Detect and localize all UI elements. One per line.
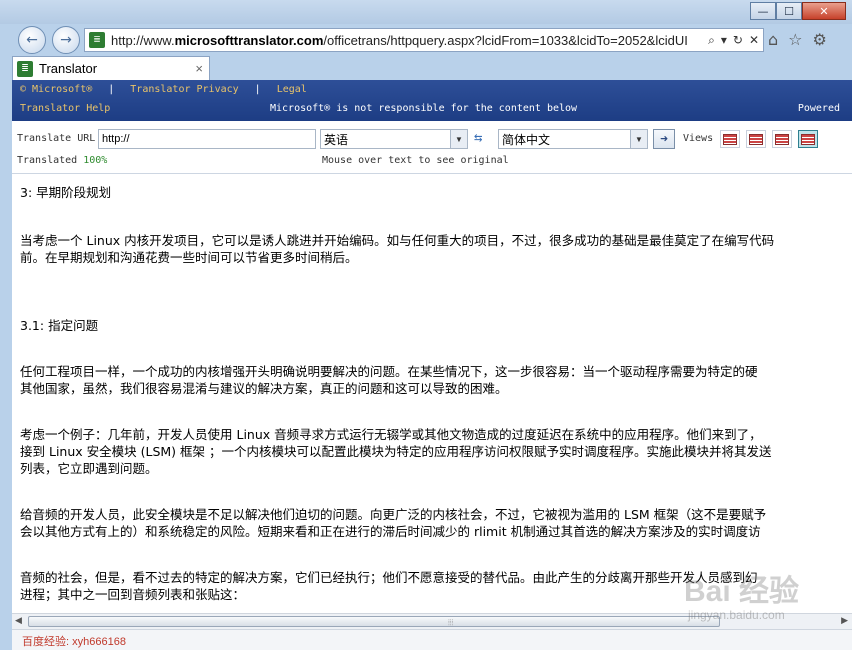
scrollbar-grip-icon: ⦙⦙⦙ [448, 618, 454, 627]
translate-controls: Translate URL http:// 英语 ▼ ⇆ 简体中文 ▼ ➜ Vi… [12, 121, 852, 174]
stop-icon[interactable]: ✕ [749, 33, 759, 48]
tab-strip: ≣ Translator × [0, 56, 852, 80]
url-path: /officetrans/httpquery.aspx?lcidFrom=103… [323, 32, 688, 48]
page-viewport: © Microsoft® | Translator Privacy | Lega… [12, 80, 852, 650]
translator-privacy-link[interactable]: Translator Privacy [130, 84, 238, 95]
navigation-bar: ← → ≣ http://www.microsofttranslator.com… [0, 24, 852, 56]
translated-status: Translated 100% [17, 155, 107, 166]
to-language-select[interactable]: 简体中文 ▼ [498, 129, 648, 149]
watermark-url: jingyan.baidu.com [688, 608, 785, 622]
section-heading: 3: 早期阶段规划 [20, 185, 112, 200]
from-language-value: 英语 [324, 132, 349, 147]
arrow-right-icon: ➜ [660, 131, 668, 147]
tab-favicon-icon: ≣ [17, 60, 33, 77]
toolbar-icons: ⌂ ☆ ⚙ [768, 30, 827, 49]
translate-url-label: Translate URL [17, 133, 96, 144]
paragraph-line: 前。在早期规划和沟通花费一些时间可以节省更多时间稍后。 [20, 250, 358, 265]
watermark-logo: Bai 经验 [684, 575, 800, 608]
translated-content: 3: 早期阶段规划 当考虑一个 Linux 内核开发项目，它可以是诱人跳进并开始… [12, 174, 852, 612]
url-domain: microsofttranslator.com [174, 32, 324, 48]
status-text: 百度经验: xyh666168 [22, 636, 126, 648]
title-bar: — ☐ ✕ [0, 0, 852, 24]
paragraph-line: 给音频的开发人员，此安全模块是不足以解决他们迫切的问题。向更广泛的内核社会，不过… [20, 507, 767, 522]
forward-button[interactable]: → [52, 26, 80, 54]
search-icon[interactable]: ⌕ [708, 33, 715, 48]
tab-label: Translator [39, 61, 98, 76]
forward-arrow-icon: → [60, 32, 72, 48]
site-favicon-icon: ≣ [89, 32, 105, 48]
status-bar: 百度经验: xyh666168 [12, 629, 852, 650]
window-controls: — ☐ ✕ [750, 2, 846, 20]
address-bar[interactable]: ≣ http://www.microsofttranslator.com/off… [84, 28, 764, 52]
paragraph-line: 会以其他方式有上的）和系统稳定的风险。短期来看和正在进行的滞后时间减少的 rli… [20, 524, 761, 539]
mouse-over-hint: Mouse over text to see original [322, 155, 509, 166]
tab-close-icon[interactable]: × [195, 61, 203, 76]
back-arrow-icon: ← [26, 32, 38, 48]
view-translation-hover-icon[interactable] [798, 130, 818, 148]
paragraph-line: 列表，它立即遇到问题。 [20, 461, 158, 476]
disclaimer-text: Microsoft® is not responsible for the co… [270, 103, 578, 114]
paragraph-line: 当考虑一个 Linux 内核开发项目，它可以是诱人跳进并开始编码。如与任何重大的… [20, 233, 775, 248]
back-button[interactable]: ← [18, 26, 46, 54]
translated-label: Translated [17, 155, 78, 166]
swap-languages-icon[interactable]: ⇆ [474, 130, 482, 146]
paragraph-line: 任何工程项目一样，一个成功的内核增强开头明确说明要解决的问题。在某些情况下，这一… [20, 364, 758, 379]
maximize-button[interactable]: ☐ [776, 2, 802, 20]
header-separator: | [254, 84, 261, 95]
view-original-hover-icon[interactable] [772, 130, 792, 148]
address-bar-icons: ⌕ ▾ ↻ ✕ [708, 33, 759, 48]
url-prefix: http://www. [111, 32, 175, 48]
translated-percent: 100% [83, 155, 108, 166]
dropdown-icon[interactable]: ▾ [721, 33, 727, 48]
translator-help-link[interactable]: Translator Help [20, 103, 110, 114]
section-heading: 3.1: 指定问题 [20, 318, 99, 333]
legal-link[interactable]: Legal [277, 84, 307, 95]
tab-translator[interactable]: ≣ Translator × [12, 56, 210, 80]
close-window-button[interactable]: ✕ [802, 2, 846, 20]
url-text[interactable]: http://www.microsofttranslator.com/offic… [111, 33, 708, 48]
favorites-star-icon[interactable]: ☆ [788, 30, 802, 49]
from-language-select[interactable]: 英语 ▼ [320, 129, 468, 149]
paragraph-line: 考虑一个例子：几年前，开发人员使用 Linux 音频寻求方式运行无辍学或其他文物… [20, 427, 762, 442]
tools-gear-icon[interactable]: ⚙ [813, 30, 827, 49]
powered-by-text: Powered [797, 103, 840, 114]
translator-header: © Microsoft® | Translator Privacy | Lega… [12, 80, 852, 121]
refresh-icon[interactable]: ↻ [733, 33, 743, 48]
paragraph-line: 接到 Linux 安全模块 (LSM) 框架 ；一个内核模块可以配置此模块为特定… [20, 444, 772, 459]
chevron-down-icon[interactable]: ▼ [630, 130, 647, 148]
browser-window: — ☐ ✕ ← → ≣ http://www.microsofttranslat… [0, 0, 852, 650]
header-links: © Microsoft® | Translator Privacy | Lega… [20, 84, 307, 95]
go-button[interactable]: ➜ [653, 129, 675, 149]
paragraph-line: 其他国家，虽然，我们很容易混淆与建议的解决方案，真正的问题和这可以导致的困难。 [20, 381, 508, 396]
chevron-down-icon[interactable]: ▼ [450, 130, 467, 148]
home-icon[interactable]: ⌂ [768, 30, 778, 49]
header-separator: | [108, 84, 115, 95]
views-label: Views [683, 133, 714, 144]
microsoft-link[interactable]: © Microsoft® [20, 84, 92, 95]
view-side-by-side-icon[interactable] [720, 130, 740, 148]
to-language-value: 简体中文 [502, 132, 551, 147]
translate-url-input[interactable]: http:// [98, 129, 316, 149]
minimize-button[interactable]: — [750, 2, 776, 20]
scrollbar-thumb[interactable] [28, 616, 720, 627]
view-top-bottom-icon[interactable] [746, 130, 766, 148]
scroll-right-icon[interactable]: ▶ [841, 616, 848, 626]
scroll-left-icon[interactable]: ◀ [15, 616, 22, 626]
